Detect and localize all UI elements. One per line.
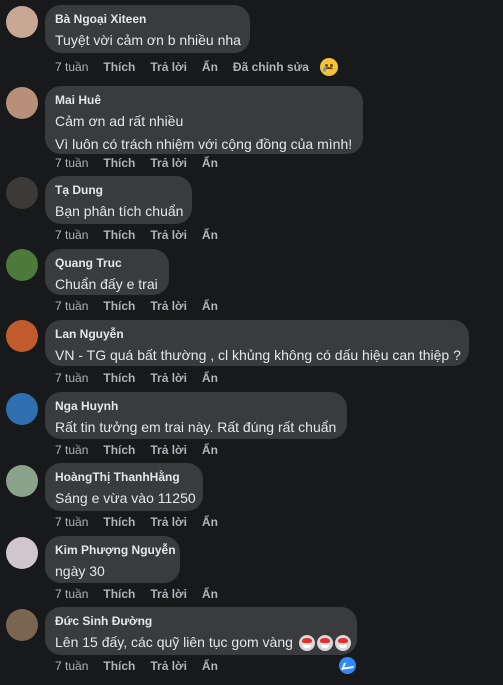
author-name[interactable]: Lan Nguyễn — [55, 327, 457, 342]
comment-bubble: Kim Phượng Nguyễn ngày 30 — [45, 536, 180, 583]
hide-button[interactable]: Ẩn — [202, 156, 218, 170]
hide-button[interactable]: Ẩn — [202, 299, 218, 313]
hide-button[interactable]: Ẩn — [202, 60, 218, 74]
avatar[interactable] — [6, 465, 38, 497]
author-name[interactable]: Tạ Dung — [55, 183, 180, 198]
timestamp[interactable]: 7 tuần — [55, 60, 88, 74]
avatar[interactable] — [6, 177, 38, 209]
author-name[interactable]: Kim Phượng Nguyễn — [55, 543, 176, 558]
clown-face-emoji — [334, 635, 351, 652]
reply-button[interactable]: Trả lời — [150, 371, 187, 385]
reply-button[interactable]: Trả lời — [150, 515, 187, 529]
comment-text: Rất tin tưởng em trai này. Rất đúng rất … — [55, 419, 337, 435]
comment-bubble: Lan Nguyễn VN - TG quá bất thường , cl k… — [45, 320, 469, 366]
comment-text: Vì luôn có trách nhiệm với cộng đồng của… — [55, 136, 353, 152]
author-name[interactable]: HoàngThị ThanhHằng — [55, 470, 191, 485]
timestamp[interactable]: 7 tuần — [55, 515, 88, 529]
timestamp[interactable]: 7 tuần — [55, 156, 88, 170]
avatar[interactable] — [6, 609, 38, 641]
comment-bubble: Đức Sinh Đường Lên 15 đấy, các quỹ liên … — [45, 607, 357, 655]
comment-text: Chuẩn đấy e trai — [55, 276, 158, 292]
timestamp[interactable]: 7 tuần — [55, 659, 88, 673]
hide-button[interactable]: Ẩn — [202, 371, 218, 385]
comment-text: Tuyệt vời cảm ơn b nhiều nha — [55, 32, 241, 48]
comment-bubble: Mai Huê Cảm ơn ad rất nhiều Vì luôn có t… — [45, 86, 363, 154]
like-button[interactable]: Thích — [103, 156, 135, 170]
author-name[interactable]: Bà Ngoại Xiteen — [55, 12, 238, 27]
avatar[interactable] — [6, 393, 38, 425]
reply-button[interactable]: Trả lời — [150, 60, 187, 74]
comment-text: ngày 30 — [55, 563, 105, 579]
hide-button[interactable]: Ẩn — [202, 228, 218, 242]
comment-actions: 7 tuần Thích Trả lời Ẩn — [55, 370, 233, 386]
timestamp[interactable]: 7 tuần — [55, 228, 88, 242]
hide-button[interactable]: Ẩn — [202, 515, 218, 529]
comment-text: Sáng e vừa vào 11250 — [55, 490, 196, 506]
comment-actions: 7 tuần Thích Trả lời Ẩn — [55, 442, 233, 458]
timestamp[interactable]: 7 tuần — [55, 587, 88, 601]
timestamp[interactable]: 7 tuần — [55, 443, 88, 457]
author-name[interactable]: Mai Huê — [55, 93, 351, 108]
author-name[interactable]: Quang Truc — [55, 256, 157, 271]
avatar[interactable] — [6, 249, 38, 281]
like-button[interactable]: Thích — [103, 299, 135, 313]
comment-actions: 7 tuần Thích Trả lời Ẩn — [55, 298, 233, 314]
comment-text: Cảm ơn ad rất nhiều — [55, 113, 184, 129]
reply-bubble-icon[interactable] — [339, 657, 356, 674]
comment-text: Lên 15 đấy, các quỹ liên tục gom vàng — [55, 632, 351, 652]
clown-face-emoji — [298, 635, 315, 652]
comment-text: VN - TG quá bất thường , cl khủng không … — [55, 347, 461, 363]
hide-button[interactable]: Ẩn — [202, 659, 218, 673]
comment-actions: 7 tuần Thích Trả lời Ẩn — [55, 514, 233, 530]
reply-button[interactable]: Trả lời — [150, 299, 187, 313]
comment-actions: 7 tuần Thích Trả lời Ẩn — [55, 155, 233, 171]
timestamp[interactable]: 7 tuần — [55, 371, 88, 385]
comment-actions: 7 tuần Thích Trả lời Ẩn — [55, 227, 233, 243]
avatar[interactable] — [6, 320, 38, 352]
comment-text: Bạn phân tích chuẩn — [55, 203, 184, 219]
like-button[interactable]: Thích — [103, 515, 135, 529]
reply-button[interactable]: Trả lời — [150, 156, 187, 170]
like-button[interactable]: Thích — [103, 60, 135, 74]
avatar[interactable] — [6, 6, 38, 38]
author-name[interactable]: Đức Sinh Đường — [55, 614, 345, 629]
timestamp[interactable]: 7 tuần — [55, 299, 88, 313]
hide-button[interactable]: Ẩn — [202, 587, 218, 601]
comment-bubble: Quang Truc Chuẩn đấy e trai — [45, 249, 169, 295]
reply-button[interactable]: Trả lời — [150, 443, 187, 457]
comment-bubble: Bà Ngoại Xiteen Tuyệt vời cảm ơn b nhiều… — [45, 5, 250, 53]
reply-button[interactable]: Trả lời — [150, 659, 187, 673]
edited-label[interactable]: Đã chỉnh sửa — [233, 60, 309, 74]
like-button[interactable]: Thích — [103, 443, 135, 457]
reply-button[interactable]: Trả lời — [150, 587, 187, 601]
hide-button[interactable]: Ẩn — [202, 443, 218, 457]
author-name[interactable]: Nga Huynh — [55, 399, 335, 414]
comment-bubble: HoàngThị ThanhHằng Sáng e vừa vào 11250 — [45, 463, 203, 511]
comment-actions: 7 tuần Thích Trả lời Ẩn — [55, 658, 233, 674]
avatar[interactable] — [6, 537, 38, 569]
like-button[interactable]: Thích — [103, 228, 135, 242]
reply-button[interactable]: Trả lời — [150, 228, 187, 242]
avatar[interactable] — [6, 87, 38, 119]
comment-bubble: Tạ Dung Bạn phân tích chuẩn — [45, 176, 192, 224]
like-button[interactable]: Thích — [103, 587, 135, 601]
sad-reaction-icon[interactable] — [319, 58, 338, 76]
comment-bubble: Nga Huynh Rất tin tưởng em trai này. Rất… — [45, 392, 347, 439]
like-button[interactable]: Thích — [103, 371, 135, 385]
clown-face-emoji — [316, 635, 333, 652]
comment-actions: 7 tuần Thích Trả lời Ẩn Đã chỉnh sửa — [55, 58, 353, 76]
comment-actions: 7 tuần Thích Trả lời Ẩn — [55, 586, 233, 602]
like-button[interactable]: Thích — [103, 659, 135, 673]
comment-text-content: Lên 15 đấy, các quỹ liên tục gom vàng — [55, 634, 293, 650]
